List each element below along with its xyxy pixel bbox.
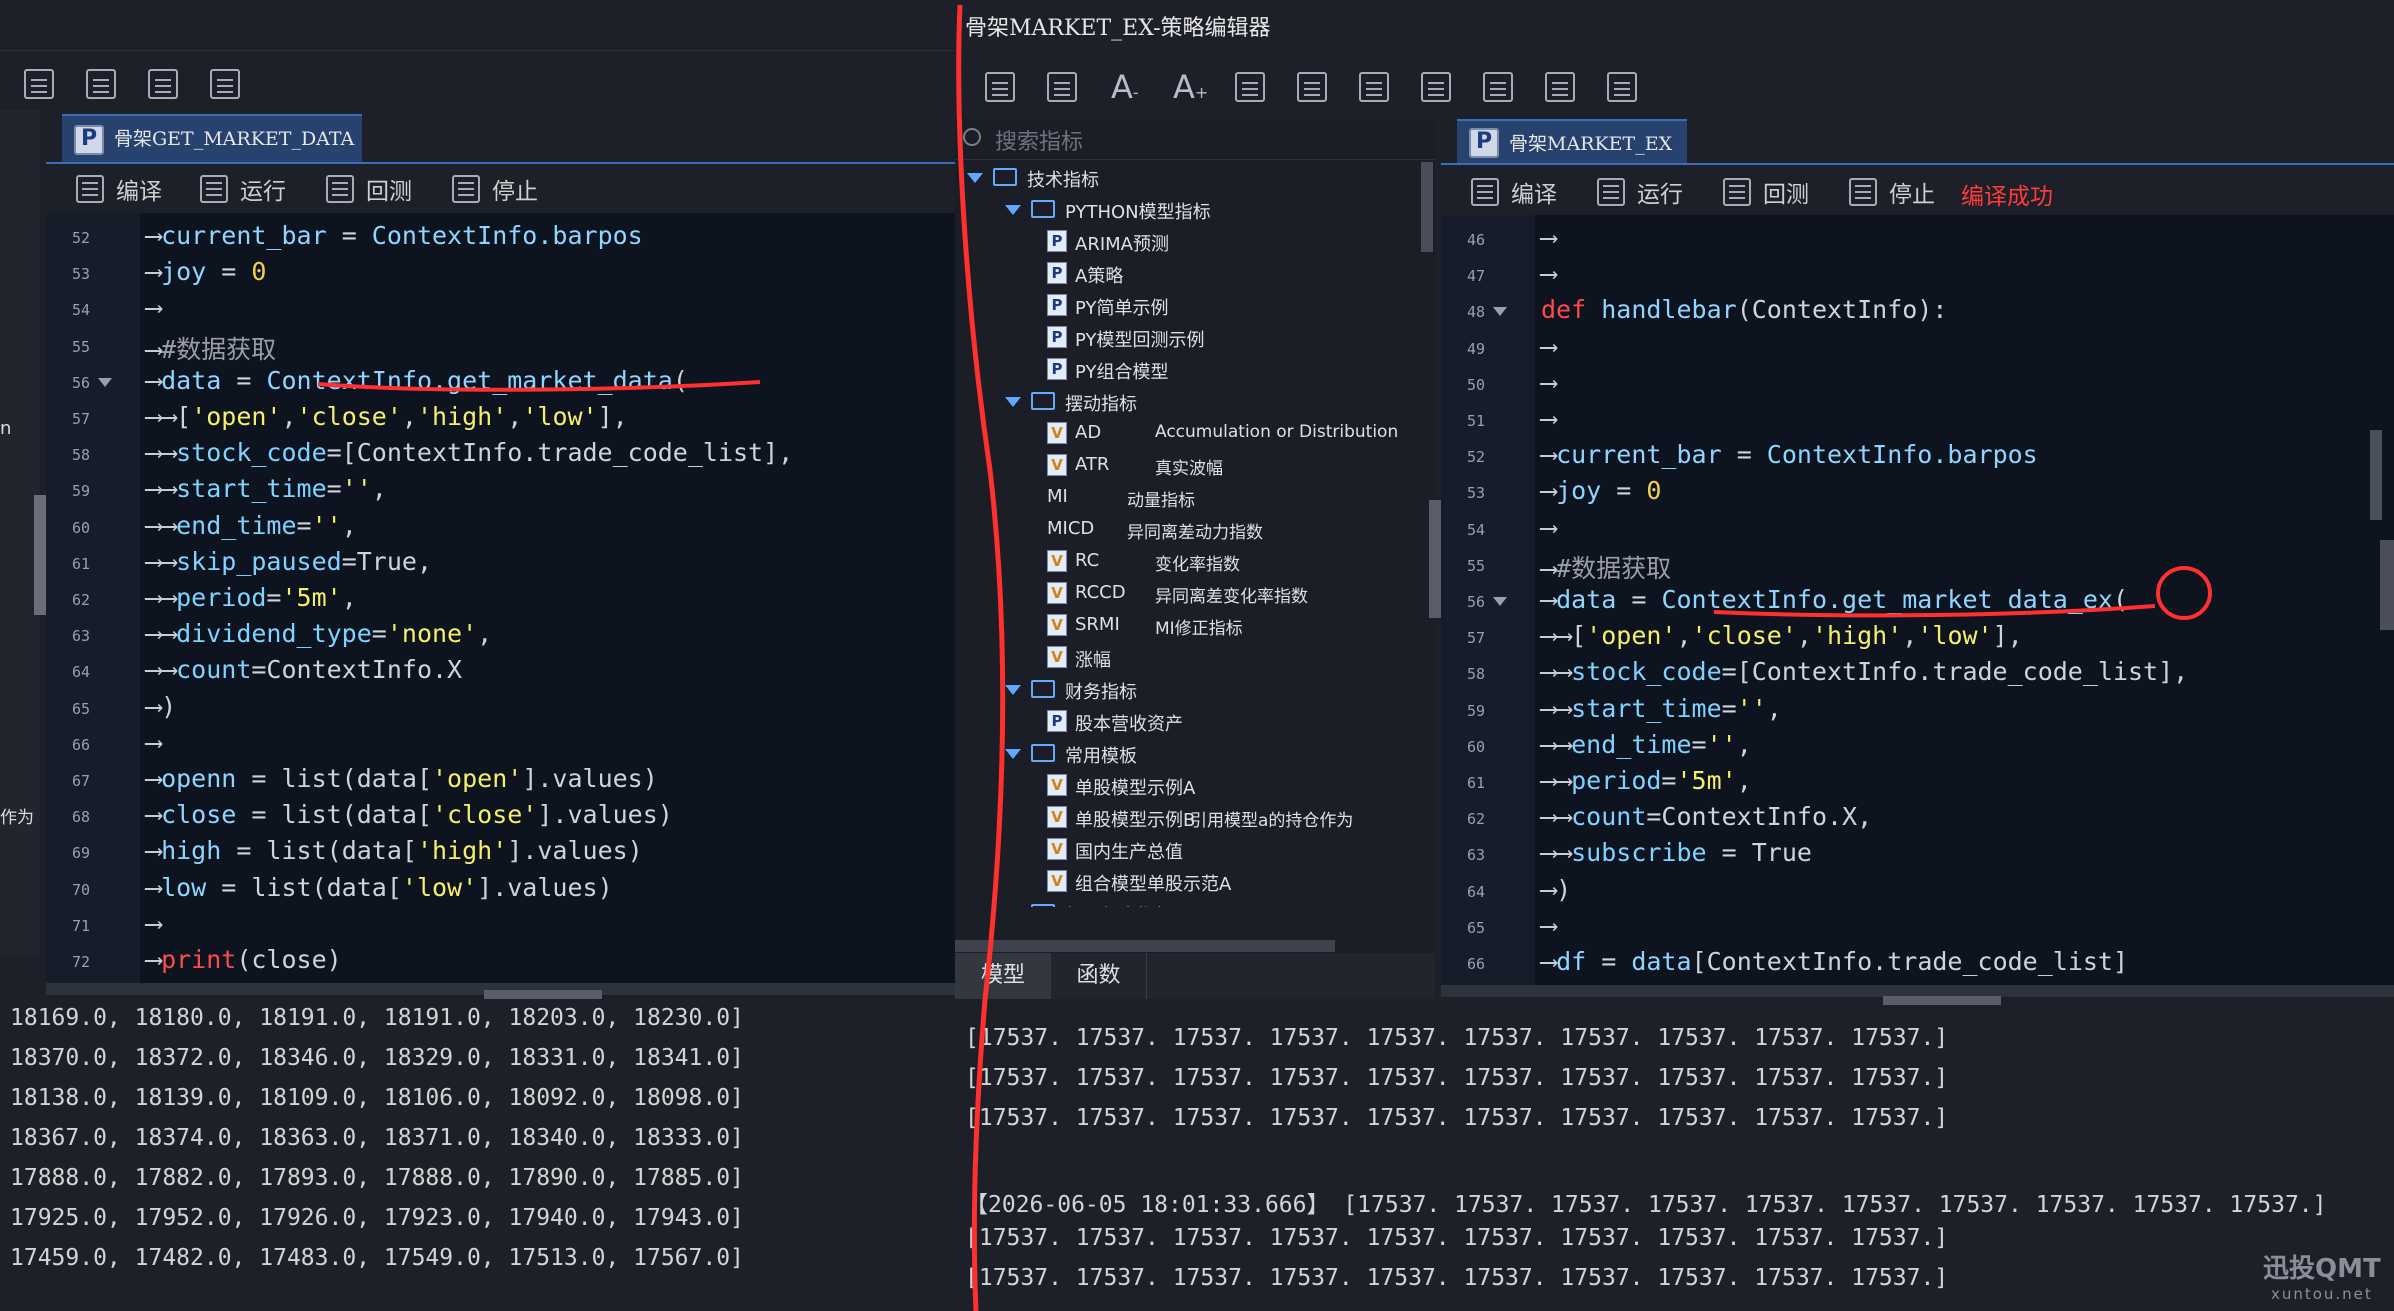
annotation-underline-left xyxy=(317,380,761,392)
annotation-overlay xyxy=(317,4,2212,1311)
annotation-circle-ex xyxy=(2156,566,2212,620)
annotation-underline-right xyxy=(1713,604,2156,618)
annotation-divider-stroke xyxy=(956,4,1006,1311)
